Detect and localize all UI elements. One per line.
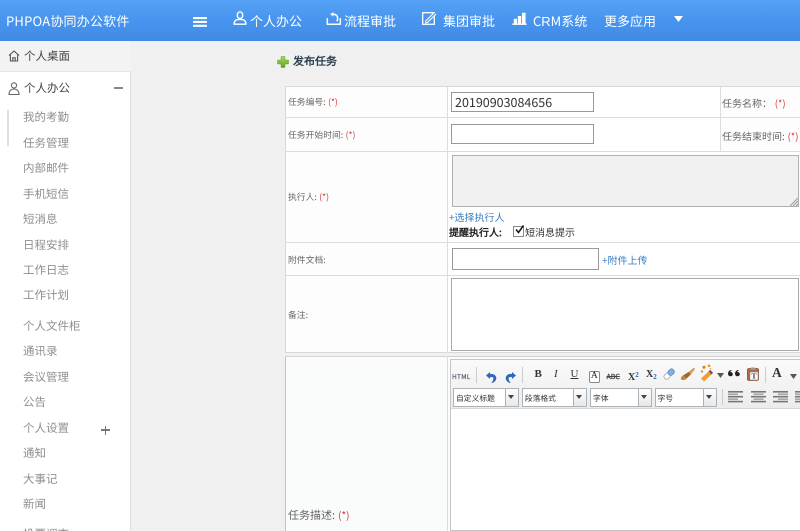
svg-text:T: T <box>751 372 756 381</box>
